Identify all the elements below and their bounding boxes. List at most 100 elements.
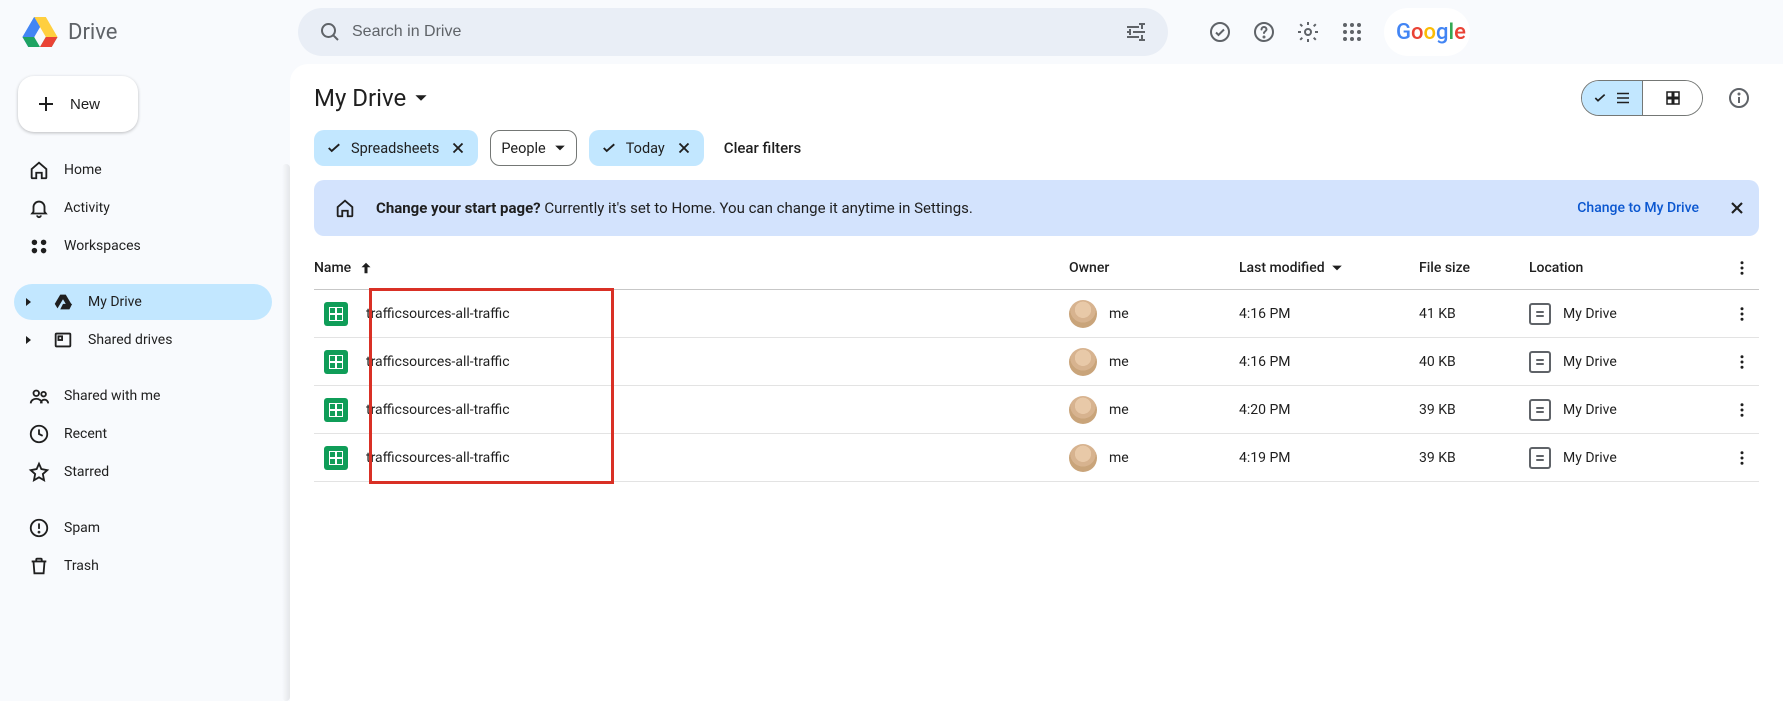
- apps-icon[interactable]: [1332, 12, 1372, 52]
- caret-down-icon: [554, 142, 566, 154]
- col-label: Location: [1529, 260, 1583, 276]
- close-icon[interactable]: [675, 139, 693, 157]
- nav-label: My Drive: [88, 294, 142, 310]
- list-view-button[interactable]: [1582, 81, 1642, 115]
- close-icon[interactable]: [1727, 198, 1747, 218]
- owner-label: me: [1109, 402, 1129, 418]
- modified-cell: 4:19 PM: [1239, 450, 1419, 466]
- drive-icon: [20, 12, 60, 52]
- new-button-label: New: [70, 96, 100, 113]
- shared-drives-icon: [52, 329, 74, 351]
- table-body: trafficsources-all-trafficme4:16 PM41 KB…: [314, 290, 1759, 482]
- nav-my-drive[interactable]: My Drive: [14, 284, 272, 320]
- table-row[interactable]: trafficsources-all-trafficme4:20 PM39 KB…: [314, 386, 1759, 434]
- nav-starred[interactable]: Starred: [14, 454, 272, 490]
- nav-shared-with-me[interactable]: Shared with me: [14, 378, 272, 414]
- more-vert-icon: [1733, 449, 1751, 467]
- people-icon: [28, 385, 50, 407]
- settings-icon[interactable]: [1288, 12, 1328, 52]
- owner-label: me: [1109, 450, 1129, 466]
- nav-recent[interactable]: Recent: [14, 416, 272, 452]
- check-icon: [1592, 90, 1608, 106]
- col-file-size[interactable]: File size: [1419, 260, 1529, 276]
- owner-label: me: [1109, 354, 1129, 370]
- caret-down-icon: [1331, 262, 1343, 274]
- new-button[interactable]: New: [18, 76, 138, 132]
- caret-right-icon: [23, 335, 33, 345]
- page-title: My Drive: [314, 84, 406, 112]
- caret-down-icon: [414, 91, 428, 105]
- search-icon[interactable]: [310, 12, 350, 52]
- nav-workspaces[interactable]: Workspaces: [14, 228, 272, 264]
- search-bar[interactable]: [298, 8, 1168, 56]
- col-more[interactable]: [1733, 259, 1759, 277]
- info-icon[interactable]: [1719, 78, 1759, 118]
- workspaces-icon: [28, 235, 50, 257]
- table-row[interactable]: trafficsources-all-trafficme4:16 PM40 KB…: [314, 338, 1759, 386]
- nav-spam[interactable]: Spam: [14, 510, 272, 546]
- sheets-icon: [324, 398, 348, 422]
- sheets-icon: [324, 446, 348, 470]
- avatar: [1069, 348, 1097, 376]
- nav-label: Activity: [64, 200, 110, 216]
- nav-shared-drives[interactable]: Shared drives: [14, 322, 272, 358]
- table-row[interactable]: trafficsources-all-trafficme4:19 PM39 KB…: [314, 434, 1759, 482]
- row-more-button[interactable]: [1733, 305, 1759, 323]
- location-icon: [1529, 303, 1551, 325]
- sheets-icon: [324, 350, 348, 374]
- home-icon: [334, 197, 356, 219]
- modified-cell: 4:20 PM: [1239, 402, 1419, 418]
- search-input[interactable]: [350, 22, 1116, 42]
- size-cell: 41 KB: [1419, 306, 1529, 322]
- chip-type-spreadsheets[interactable]: Spreadsheets: [314, 130, 478, 166]
- nav-trash[interactable]: Trash: [14, 548, 272, 584]
- avatar: [1069, 300, 1097, 328]
- page-title-dropdown[interactable]: My Drive: [314, 84, 428, 112]
- trash-icon: [28, 555, 50, 577]
- drive-small-icon: [52, 291, 74, 313]
- col-label: File size: [1419, 260, 1470, 276]
- size-cell: 39 KB: [1419, 450, 1529, 466]
- col-owner[interactable]: Owner: [1069, 260, 1239, 276]
- grid-view-button[interactable]: [1642, 81, 1702, 115]
- row-more-button[interactable]: [1733, 449, 1759, 467]
- ready-offline-icon[interactable]: [1200, 12, 1240, 52]
- row-more-button[interactable]: [1733, 353, 1759, 371]
- modified-cell: 4:16 PM: [1239, 354, 1419, 370]
- nav-activity[interactable]: Activity: [14, 190, 272, 226]
- more-vert-icon: [1733, 401, 1751, 419]
- location-label: My Drive: [1563, 354, 1617, 370]
- close-icon[interactable]: [449, 139, 467, 157]
- banner-action[interactable]: Change to My Drive: [1577, 200, 1699, 216]
- more-vert-icon: [1733, 305, 1751, 323]
- row-more-button[interactable]: [1733, 401, 1759, 419]
- nav-label: Starred: [64, 464, 109, 480]
- main-panel: My Drive: [290, 64, 1783, 701]
- location-icon: [1529, 351, 1551, 373]
- nav-home[interactable]: Home: [14, 152, 272, 188]
- sidebar-scroll-indicator: [282, 164, 290, 701]
- sheets-icon: [324, 302, 348, 326]
- drive-logo[interactable]: Drive: [20, 12, 290, 52]
- avatar: [1069, 444, 1097, 472]
- support-icon[interactable]: [1244, 12, 1284, 52]
- grid-icon: [1664, 89, 1682, 107]
- plus-icon: [34, 92, 58, 116]
- col-label: Owner: [1069, 260, 1109, 276]
- nav-label: Spam: [64, 520, 100, 536]
- col-name[interactable]: Name: [314, 259, 1069, 277]
- start-page-banner: Change your start page? Currently it's s…: [314, 180, 1759, 236]
- google-logo[interactable]: Google: [1384, 8, 1470, 56]
- owner-label: me: [1109, 306, 1129, 322]
- chip-label: Spreadsheets: [351, 140, 439, 157]
- col-location[interactable]: Location: [1529, 260, 1699, 276]
- search-options-icon[interactable]: [1116, 12, 1156, 52]
- chip-modified-today[interactable]: Today: [589, 130, 704, 166]
- col-last-modified[interactable]: Last modified: [1239, 260, 1419, 276]
- more-vert-icon: [1733, 353, 1751, 371]
- clear-filters[interactable]: Clear filters: [724, 139, 801, 157]
- chip-people[interactable]: People: [490, 130, 576, 166]
- table-row[interactable]: trafficsources-all-trafficme4:16 PM41 KB…: [314, 290, 1759, 338]
- clock-icon: [28, 423, 50, 445]
- top-bar: Drive Google: [0, 0, 1783, 64]
